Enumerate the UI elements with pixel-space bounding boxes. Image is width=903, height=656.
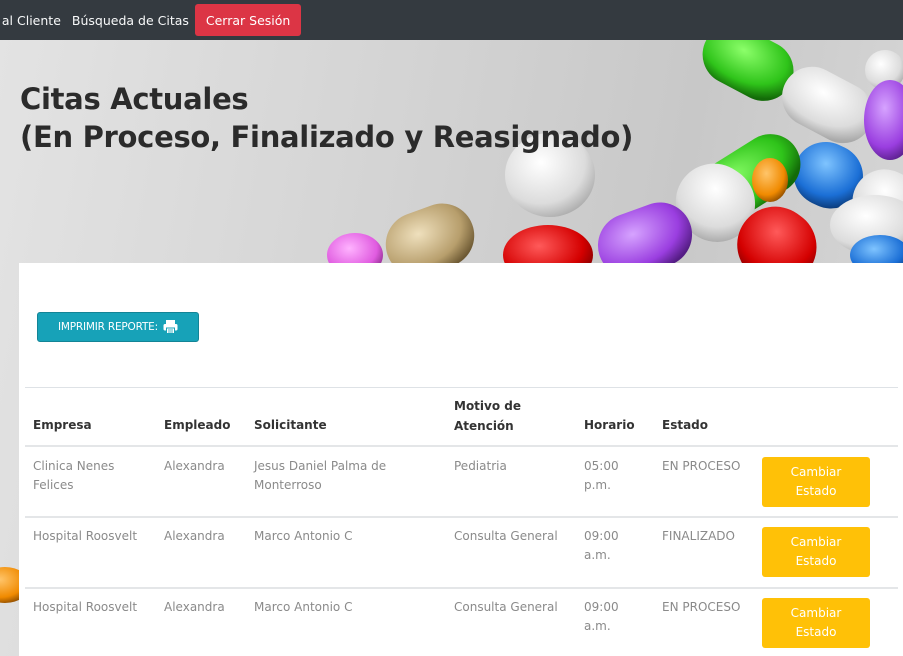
col-header-solicitante: Solicitante [254,418,327,432]
col-header-horario: Horario [584,418,635,432]
nav-link-atencion-cliente[interactable]: n al Cliente [0,13,61,28]
table-top-divider [25,387,898,388]
cell-estado: EN PROCESO [662,459,741,473]
cell-empleado: Alexandra [164,459,225,473]
header-divider [25,445,898,447]
cell-empresa: Hospital Roosvelt [33,600,138,614]
cell-motivo: Pediatria [454,459,507,473]
cell-horario: 09:00 a.m. [584,600,619,633]
col-header-empresa: Empresa [33,418,92,432]
printer-icon [163,320,178,334]
cell-empleado: Alexandra [164,529,225,543]
change-state-button[interactable]: Cambiar Estado [762,527,870,577]
col-header-estado: Estado [662,418,709,432]
nav-link-busqueda-citas[interactable]: Búsqueda de Citas [72,13,189,28]
change-state-button[interactable]: Cambiar Estado [762,598,870,648]
cell-horario: 09:00 a.m. [584,529,619,562]
print-report-button[interactable]: IMPRIMIR REPORTE: [37,312,199,342]
change-state-button[interactable]: Cambiar Estado [762,457,870,507]
cell-empleado: Alexandra [164,600,225,614]
cell-estado: FINALIZADO [662,529,735,543]
print-report-label: IMPRIMIR REPORTE: [58,321,158,333]
page-title-line2: (En Proceso, Finalizado y Reasignado) [20,120,634,154]
col-header-motivo: Motivo de Atención [454,399,522,433]
page-title: Citas Actuales (En Proceso, Finalizado y… [20,80,633,156]
cell-solicitante: Marco Antonio C [254,529,353,543]
cell-motivo: Consulta General [454,529,558,543]
cell-estado: EN PROCESO [662,600,741,614]
cell-motivo: Consulta General [454,600,558,614]
cell-solicitante: Marco Antonio C [254,600,353,614]
col-header-empleado: Empleado [164,418,231,432]
logout-button[interactable]: Cerrar Sesión [194,4,302,36]
cell-empresa: Hospital Roosvelt [33,529,138,543]
cell-horario: 05:00 p.m. [584,459,619,492]
cell-solicitante: Jesus Daniel Palma de Monterroso [254,459,387,492]
page-title-line1: Citas Actuales [20,82,249,116]
cell-empresa: Clinica Nenes Felices [33,459,115,492]
top-navbar: n al Cliente Búsqueda de Citas Cerrar Se… [0,0,903,40]
row-divider [25,587,898,589]
citas-card: IMPRIMIR REPORTE: Empresa Empleado Solic… [19,263,903,656]
row-divider [25,516,898,518]
